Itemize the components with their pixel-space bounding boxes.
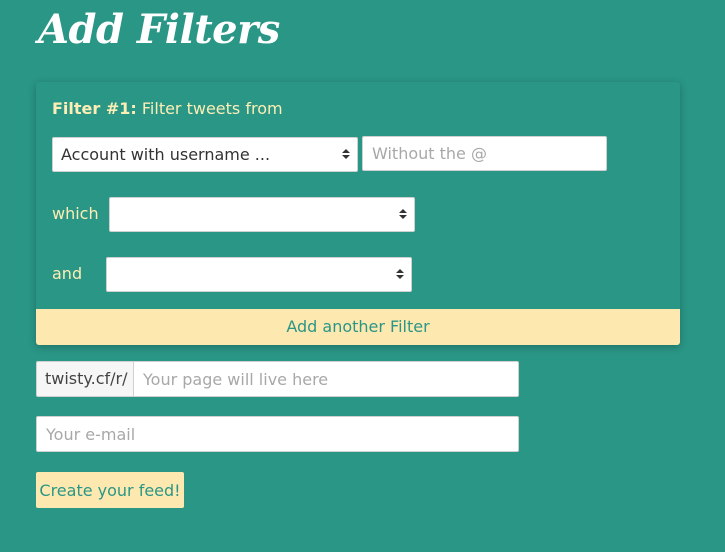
filter-number: Filter #1: [52, 99, 137, 118]
select-arrows-icon [396, 269, 404, 279]
and-select[interactable] [106, 257, 412, 292]
and-label: and [52, 264, 83, 283]
filter-card: Filter #1: Filter tweets from Account wi… [36, 82, 680, 345]
filter-heading-text: Filter tweets from [136, 99, 283, 118]
email-input[interactable] [36, 416, 519, 452]
filter-heading: Filter #1: Filter tweets from [52, 99, 283, 118]
select-arrows-icon [399, 209, 407, 219]
page-title: Add Filters [38, 6, 280, 53]
source-select-value: Account with username ... [61, 145, 271, 164]
which-label: which [52, 204, 99, 223]
source-select[interactable]: Account with username ... [52, 137, 358, 172]
add-filter-button[interactable]: Add another Filter [36, 309, 680, 345]
page-name-input[interactable] [133, 361, 519, 397]
username-input[interactable] [362, 136, 607, 171]
url-prefix: twisty.cf/r/ [36, 361, 134, 397]
create-feed-button[interactable]: Create your feed! [36, 472, 184, 508]
which-select[interactable] [109, 197, 415, 232]
select-arrows-icon [342, 149, 350, 159]
